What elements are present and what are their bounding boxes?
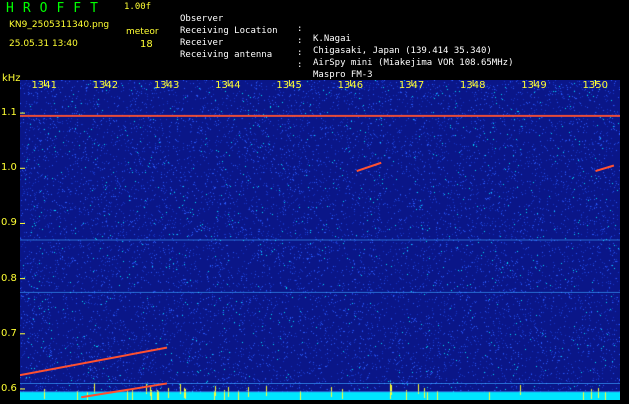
x-tick-label: 1343 [153,80,180,91]
meteor-trace-3 [595,164,615,172]
y-tick-label: 0.7 [1,327,17,339]
meta-value: K.Nagai [313,34,351,44]
meta-value: Chigasaki, Japan (139.414 35.340) [313,46,492,56]
x-tick-label: 1342 [92,80,119,91]
x-tick-label: 1349 [521,80,547,91]
x-tick-label: 1348 [460,80,486,91]
x-tick-label: 1346 [337,80,364,91]
meta-value: AirSpy mini (Miakejima VOR 108.65MHz) [313,58,514,68]
y-tick-label: 0.8 [1,272,17,284]
meteor-trace-2 [356,161,382,172]
version-label: 1.00f [124,2,152,12]
meta-label: Receiving Location [180,26,278,36]
y-tick-label: 0.9 [1,217,17,229]
meta-separator: : [297,36,303,46]
meteor-trace-0 [20,346,168,377]
meta-separator: : [297,24,303,34]
meta-value: Maspro FM-3 [313,70,373,80]
x-tick-label: 1350 [582,80,608,91]
meteor-trace-1 [81,382,168,399]
y-axis-unit-label: kHz [2,73,21,84]
datetime-label: 25.05.31 13:40 [9,39,78,49]
meteor-count: 18 [140,39,153,50]
y-tick-label: 0.6 [1,382,17,394]
x-tick-label: 1341 [31,80,57,91]
spectrogram-overlay [20,80,620,399]
app-title: HROFFT [6,1,107,16]
x-tick-label: 1345 [276,80,302,91]
meta-separator: : [297,60,303,70]
meta-separator: : [297,48,303,58]
y-tick-label: 1.0 [1,162,17,174]
filename-label: KN9_2505311340.png [9,20,110,30]
x-tick-label: 1347 [398,80,425,91]
x-tick-label: 1344 [215,80,241,91]
y-tick-label: 1.1 [1,107,17,119]
meta-row-antenna: Receiving antenna : Maspro FM-3 [180,40,373,80]
meta-label: Receiving antenna [180,50,273,60]
meteor-label: meteor [126,27,159,37]
